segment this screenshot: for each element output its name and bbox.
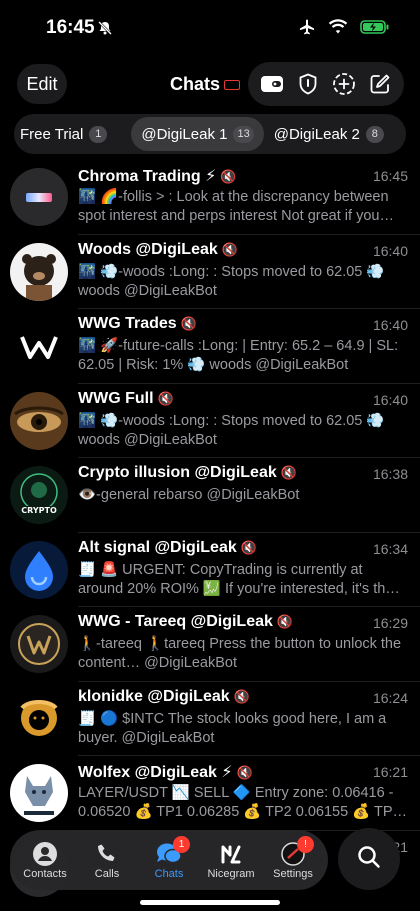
tab-label: Calls: [94, 868, 120, 880]
avatar: [10, 242, 68, 301]
chat-name: Woods @DigiLeak 🔇: [78, 240, 238, 258]
tab-label: Settings: [273, 868, 313, 880]
wifi-icon: [328, 19, 348, 40]
alert-badge: !: [297, 836, 314, 853]
chat-time: 16:34: [372, 540, 408, 557]
tab-nicegram[interactable]: Nicegram: [201, 840, 261, 880]
chat-name: Alt signal @DigiLeak 🔇: [78, 538, 257, 556]
chat-preview: 🧾 🔵 $INTC The stock looks good here, I a…: [78, 710, 387, 746]
tab-bar: Contacts Calls Chats 1 Nicegram Settings…: [10, 830, 328, 890]
recording-icon: [224, 80, 240, 90]
chat-time: 16:40: [372, 317, 408, 333]
folder-tab-label: Free Trial: [20, 125, 84, 143]
tab-contacts[interactable]: Contacts: [15, 840, 75, 880]
chat-time: 16:29: [372, 615, 408, 631]
edit-button[interactable]: Edit: [17, 64, 67, 104]
chat-preview: LAYER/USDT 📉 SELL 🔷 Entry zone: 0.06416 …: [78, 785, 408, 820]
chat-name: Wolfex @DigiLeak ⚡ 🔇: [78, 764, 253, 781]
chat-name: WWG Full 🔇: [78, 389, 174, 407]
muted-icon: 🔇: [157, 390, 174, 406]
folder-unread-badge: 13: [233, 125, 254, 143]
chat-preview: 🚶-tareeq 🚶tareeq Press the button to unl…: [78, 636, 402, 671]
avatar: CRYPTO: [10, 466, 68, 524]
folder-tabs: Free Trial 1 @DigiLeak 1 13 @DigiLeak 2 …: [14, 114, 406, 154]
shield-icon[interactable]: [291, 67, 325, 101]
chat-name: Chroma Trading ⚡ 🔇: [78, 168, 237, 185]
unread-badge: 1: [173, 836, 190, 853]
avatar: [10, 168, 68, 226]
phone-icon: [95, 840, 119, 868]
chat-preview: 👁️-general rebarso @DigiLeakBot: [78, 487, 300, 503]
avatar: [10, 317, 68, 375]
chat-row[interactable]: Wolfex @DigiLeak ⚡ 🔇 16:21 LAYER/USDT 📉 S…: [0, 756, 420, 831]
folder-unread-badge: 8: [365, 125, 384, 143]
chat-time: 16:38: [372, 466, 408, 482]
tab-label: Chats: [154, 868, 184, 880]
header-toolbar: [248, 62, 404, 106]
chat-time: 16:40: [372, 391, 408, 408]
chat-row[interactable]: WWG Trades 🔇 16:40 🌃 🚀-future-calls :Long…: [0, 309, 420, 384]
status-time: 16:45: [46, 17, 95, 38]
muted-icon: 🔇: [220, 169, 237, 184]
new-story-icon[interactable]: [327, 67, 361, 101]
folder-tab-label: @DigiLeak 2: [273, 125, 360, 143]
chat-row[interactable]: WWG Full 🔇 16:40 🌃 💨-woods :Long: : Stops…: [0, 384, 420, 458]
folder-tab-label: @DigiLeak 1: [141, 125, 228, 143]
chat-preview: 🌃 🚀-future-calls :Long: | Entry: 65.2 – …: [78, 338, 399, 373]
chat-preview: 🧾 🚨 URGENT: CopyTrading is currently at …: [78, 561, 400, 597]
contacts-icon: [32, 840, 58, 868]
folder-tab-digileak-2[interactable]: @DigiLeak 2 8: [264, 117, 394, 151]
status-bar: 16:45: [0, 0, 420, 56]
avatar: [10, 689, 68, 748]
chat-row[interactable]: Woods @DigiLeak 🔇 16:40 🌃 💨-woods :Long: …: [0, 235, 420, 309]
chat-preview: 🌃 💨-woods :Long: : Stops moved to 62.05 …: [78, 412, 385, 448]
tab-label: Contacts: [23, 868, 67, 880]
muted-icon: 🔇: [240, 539, 257, 555]
tab-settings[interactable]: Settings !: [263, 836, 323, 880]
silent-bell-icon: [97, 20, 113, 41]
folder-tab-free-trial[interactable]: Free Trial 1: [14, 117, 117, 151]
chat-time: 16:24: [372, 689, 408, 706]
tab-calls[interactable]: Calls: [77, 840, 137, 880]
muted-icon: 🔇: [280, 465, 297, 480]
chat-list: Chroma Trading ⚡ 🔇 16:45 🌃 🌈-follis > : L…: [0, 160, 420, 905]
nicegram-icon: [219, 840, 243, 868]
chat-name: Crypto illusion @DigiLeak 🔇: [78, 464, 297, 481]
muted-icon: 🔇: [221, 241, 238, 257]
chat-time: 16:45: [372, 168, 408, 184]
chat-time: 16:21: [372, 764, 408, 780]
wallet-icon[interactable]: [255, 67, 289, 101]
search-icon: [356, 844, 382, 875]
compose-icon[interactable]: [363, 67, 397, 101]
avatar: [10, 764, 68, 822]
chat-name: WWG - Tareeq @DigiLeak 🔇: [78, 613, 294, 630]
folder-unread-badge: 1: [89, 125, 108, 143]
chat-preview: 🌃 🌈-follis > : Look at the discrepancy b…: [78, 189, 394, 224]
airplane-icon: [298, 18, 316, 41]
muted-icon: 🔇: [180, 316, 197, 331]
muted-icon: 🔇: [236, 765, 253, 780]
muted-icon: 🔇: [276, 614, 294, 629]
chat-row[interactable]: CRYPTO Crypto illusion @DigiLeak 🔇 16:38 …: [0, 458, 420, 533]
avatar: [10, 615, 68, 673]
battery-charging-icon: [360, 19, 390, 40]
muted-icon: 🔇: [233, 688, 250, 704]
avatar: [10, 391, 68, 450]
search-button[interactable]: [338, 828, 400, 890]
page-title: Chats: [170, 74, 221, 94]
tab-chats[interactable]: Chats 1: [139, 836, 199, 880]
folder-tab-digileak-1[interactable]: @DigiLeak 1 13: [131, 117, 264, 151]
chat-row[interactable]: klonidke @DigiLeak 🔇 16:24 🧾 🔵 $INTC The …: [0, 682, 420, 756]
chat-time: 16:40: [372, 242, 408, 259]
chat-row[interactable]: Chroma Trading ⚡ 🔇 16:45 🌃 🌈-follis > : L…: [0, 160, 420, 235]
chat-name: klonidke @DigiLeak 🔇: [78, 687, 250, 705]
chat-name: WWG Trades 🔇: [78, 315, 197, 332]
svg-text:CRYPTO: CRYPTO: [21, 506, 57, 515]
chat-row[interactable]: Alt signal @DigiLeak 🔇 16:34 🧾 🚨 URGENT: …: [0, 533, 420, 607]
chat-row[interactable]: WWG - Tareeq @DigiLeak 🔇 16:29 🚶-tareeq 🚶…: [0, 607, 420, 682]
chat-preview: 🌃 💨-woods :Long: : Stops moved to 62.05 …: [78, 263, 385, 299]
avatar: [10, 540, 68, 599]
tab-label: Nicegram: [207, 868, 255, 880]
home-indicator[interactable]: [140, 900, 280, 905]
